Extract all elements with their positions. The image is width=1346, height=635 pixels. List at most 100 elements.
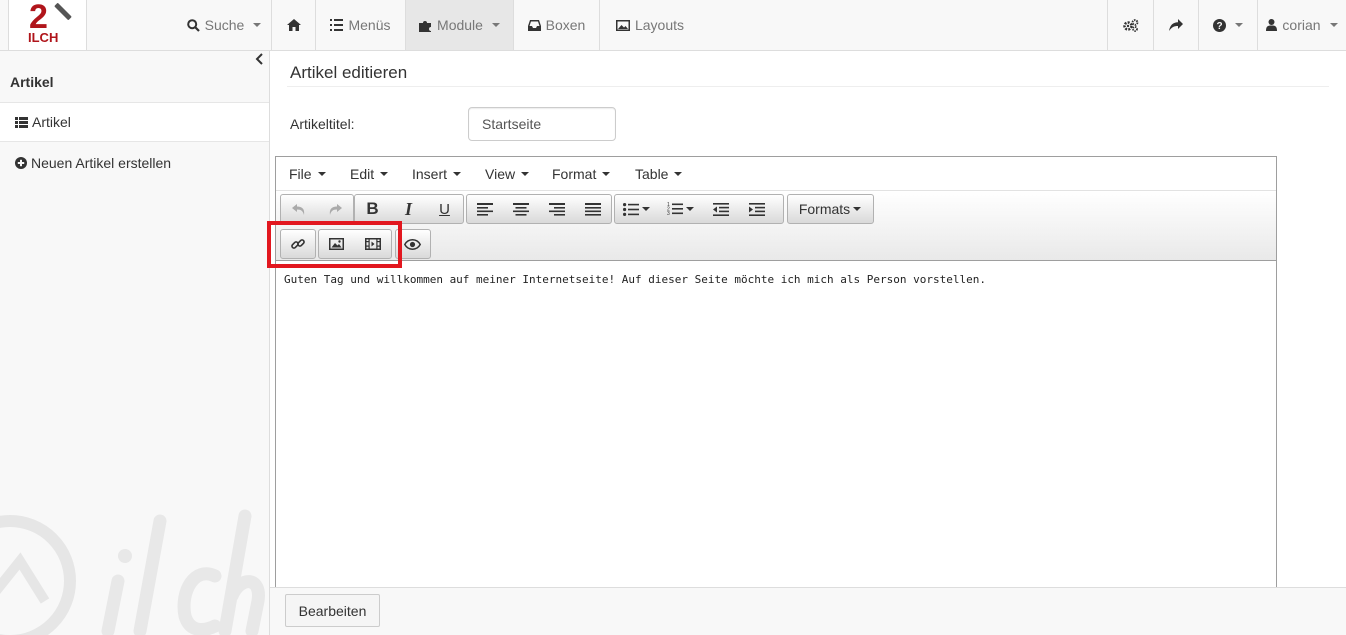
- article-title-label: Artikeltitel:: [290, 116, 355, 132]
- chevron-down-icon: [453, 172, 462, 176]
- home-button[interactable]: [272, 0, 315, 50]
- puzzle-icon: [419, 20, 432, 32]
- boxes-link[interactable]: Boxen: [514, 0, 599, 50]
- chevron-down-icon: [642, 207, 650, 211]
- undo-button[interactable]: [281, 195, 317, 223]
- list-ol-icon: [330, 19, 344, 31]
- align-left-icon: [476, 202, 493, 216]
- chevron-down-icon: [253, 23, 262, 27]
- bullet-list-button[interactable]: [615, 195, 659, 223]
- pen-icon: [54, 2, 72, 21]
- search-icon: [186, 18, 200, 32]
- cogs-icon: [1122, 18, 1138, 32]
- user-menu[interactable]: corian: [1258, 0, 1346, 50]
- alignment-group: [466, 194, 612, 224]
- chevron-down-icon: [686, 207, 694, 211]
- editor-menubar: File Edit Insert View Format Table: [276, 157, 1276, 191]
- formats-dropdown[interactable]: Formats: [787, 194, 874, 224]
- indent-icon: [748, 202, 765, 216]
- search-label: Suche: [204, 17, 245, 33]
- help-menu[interactable]: ?: [1199, 0, 1257, 50]
- boxes-label: Boxen: [545, 17, 586, 33]
- sidebar-item-artikel[interactable]: Artikel: [0, 102, 269, 142]
- align-right-icon: [548, 202, 565, 216]
- indent-button[interactable]: [739, 195, 775, 223]
- page-title: Artikel editieren: [290, 63, 408, 82]
- menu-format[interactable]: Format: [552, 166, 611, 182]
- ilch-logo[interactable]: 2 ILCH: [8, 0, 87, 50]
- chevron-down-icon: [1235, 23, 1243, 27]
- article-title-input[interactable]: [468, 107, 616, 141]
- layouts-link[interactable]: Layouts: [600, 0, 700, 50]
- outdent-icon: [712, 202, 729, 216]
- align-center-button[interactable]: [503, 195, 539, 223]
- highlight-box: [267, 221, 402, 268]
- menu-insert[interactable]: Insert: [412, 166, 462, 182]
- help-icon: ?: [1213, 18, 1226, 32]
- submit-button[interactable]: Bearbeiten: [285, 594, 380, 627]
- rich-text-editor: File Edit Insert View Format Table B I U: [275, 156, 1277, 596]
- menus-label: Menüs: [348, 17, 391, 33]
- italic-button[interactable]: I: [391, 195, 427, 223]
- outdent-button[interactable]: [703, 195, 739, 223]
- menu-table[interactable]: Table: [635, 166, 683, 182]
- modules-label: Module: [437, 17, 483, 33]
- formats-label: Formats: [798, 201, 851, 217]
- history-group: [280, 194, 354, 224]
- chevron-down-icon: [317, 172, 326, 176]
- redo-icon: [329, 203, 342, 215]
- redo-button[interactable]: [317, 195, 353, 223]
- underline-icon: U: [439, 200, 450, 218]
- menu-edit[interactable]: Edit: [350, 166, 389, 182]
- editor-toolbar: B I U 123 Formats: [276, 191, 1276, 261]
- modules-menu[interactable]: Module: [406, 0, 513, 50]
- svg-text:?: ?: [1216, 21, 1222, 32]
- chevron-down-icon: [853, 207, 862, 211]
- numbered-list-icon: 123: [667, 202, 683, 216]
- chevron-down-icon: [380, 172, 389, 176]
- align-right-button[interactable]: [539, 195, 575, 223]
- numbered-list-button[interactable]: 123: [659, 195, 703, 223]
- settings-button[interactable]: [1108, 0, 1153, 50]
- plus-circle-icon: [15, 157, 27, 169]
- sidebar: Artikel Artikel Neuen Artikel erstellen: [0, 51, 270, 635]
- italic-icon: I: [404, 198, 412, 219]
- text-style-group: B I U: [354, 194, 464, 224]
- top-navbar: 2 ILCH Suche Menüs Module Boxen Layouts …: [0, 0, 1346, 51]
- menus-link[interactable]: Menüs: [316, 0, 405, 50]
- menu-view[interactable]: View: [485, 166, 530, 182]
- chevron-down-icon: [1329, 23, 1338, 27]
- collapse-sidebar-icon[interactable]: [255, 53, 263, 65]
- undo-icon: [291, 203, 304, 215]
- picture-icon: [615, 19, 630, 31]
- svg-text:3: 3: [667, 211, 670, 216]
- sidebar-item-label: Neuen Artikel erstellen: [31, 155, 172, 171]
- align-left-button[interactable]: [467, 195, 503, 223]
- align-justify-button[interactable]: [575, 195, 611, 223]
- share-button[interactable]: [1154, 0, 1198, 50]
- sidebar-item-new-article[interactable]: Neuen Artikel erstellen: [0, 143, 269, 183]
- align-justify-icon: [584, 202, 601, 216]
- align-center-icon: [512, 202, 529, 216]
- logo-number: 2: [29, 0, 48, 36]
- eye-icon: [404, 238, 421, 250]
- underline-button[interactable]: U: [427, 195, 463, 223]
- editor-content[interactable]: Guten Tag und willkommen auf meiner Inte…: [284, 273, 986, 286]
- home-icon: [286, 19, 301, 31]
- footer-bar: [270, 587, 1346, 635]
- layouts-label: Layouts: [634, 17, 685, 33]
- menu-file[interactable]: File: [289, 166, 326, 182]
- chevron-down-icon: [602, 172, 611, 176]
- bold-button[interactable]: B: [355, 195, 391, 223]
- user-name: corian: [1282, 17, 1321, 33]
- list-indent-group: 123: [614, 194, 784, 224]
- search-menu[interactable]: Suche: [180, 0, 268, 50]
- chevron-down-icon: [521, 172, 530, 176]
- title-divider: [287, 86, 1329, 87]
- user-icon: [1266, 19, 1278, 31]
- ilch-watermark-icon: [0, 509, 265, 635]
- bullet-list-icon: [623, 202, 639, 216]
- logo-text: ILCH: [28, 30, 59, 45]
- bold-icon: B: [366, 199, 379, 218]
- sidebar-item-label: Artikel: [32, 114, 71, 130]
